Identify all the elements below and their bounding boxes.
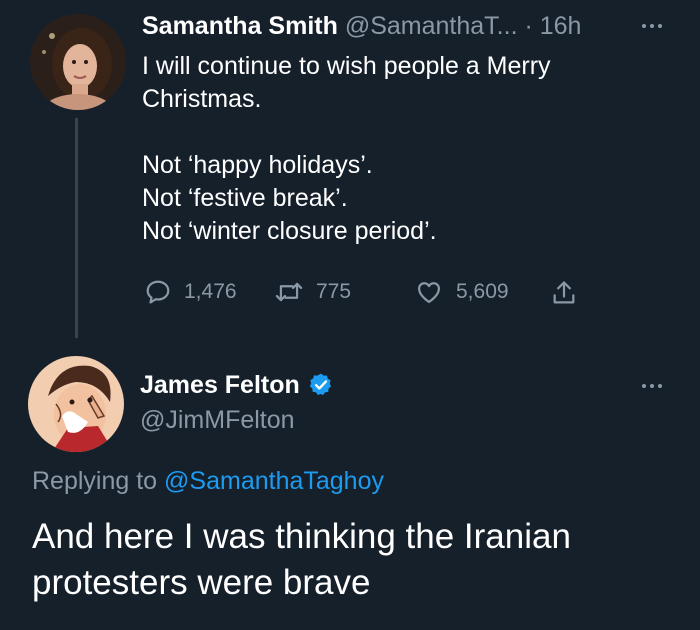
author-name[interactable]: Samantha Smith bbox=[142, 12, 338, 40]
tweet2-text: And here I was thinking the Iranian prot… bbox=[32, 517, 571, 602]
tweet1-header: Samantha Smith @SamanthaT... · 16h bbox=[142, 11, 581, 41]
replying-to: Replying to @SamanthaTaghoy bbox=[32, 465, 384, 497]
tweet2-author: James Felton @JimMFelton bbox=[140, 370, 334, 435]
share-icon bbox=[553, 281, 575, 304]
timestamp[interactable]: 16h bbox=[540, 12, 582, 40]
avatar-samantha[interactable] bbox=[30, 14, 126, 110]
retweet-icon bbox=[275, 282, 303, 302]
retweet-button[interactable]: 775 bbox=[274, 278, 351, 306]
like-button[interactable]: 5,609 bbox=[414, 278, 509, 306]
like-icon bbox=[417, 282, 441, 304]
separator-dot: · bbox=[524, 12, 533, 40]
reply-button[interactable]: 1,476 bbox=[144, 278, 237, 306]
replying-to-label: Replying to bbox=[32, 467, 158, 495]
more-icon[interactable] bbox=[642, 384, 662, 388]
tweet1-text: I will continue to wish people a Merry C… bbox=[142, 52, 551, 245]
author-handle[interactable]: @JimMFelton bbox=[140, 405, 334, 435]
retweet-count: 775 bbox=[316, 280, 352, 303]
like-count: 5,609 bbox=[456, 280, 509, 303]
more-icon[interactable] bbox=[642, 24, 662, 28]
reply-count: 1,476 bbox=[184, 280, 237, 303]
replying-to-handle[interactable]: @SamanthaTaghoy bbox=[164, 467, 384, 495]
reply-icon bbox=[146, 280, 170, 304]
share-button[interactable] bbox=[550, 279, 578, 312]
avatar-james-image bbox=[28, 356, 124, 452]
author-name[interactable]: James Felton bbox=[140, 370, 300, 400]
thread-line bbox=[75, 118, 78, 338]
avatar-james[interactable] bbox=[28, 356, 124, 452]
verified-badge-icon bbox=[309, 373, 331, 396]
author-handle[interactable]: @SamanthaT... bbox=[345, 12, 518, 40]
avatar-samantha-image bbox=[30, 14, 126, 110]
